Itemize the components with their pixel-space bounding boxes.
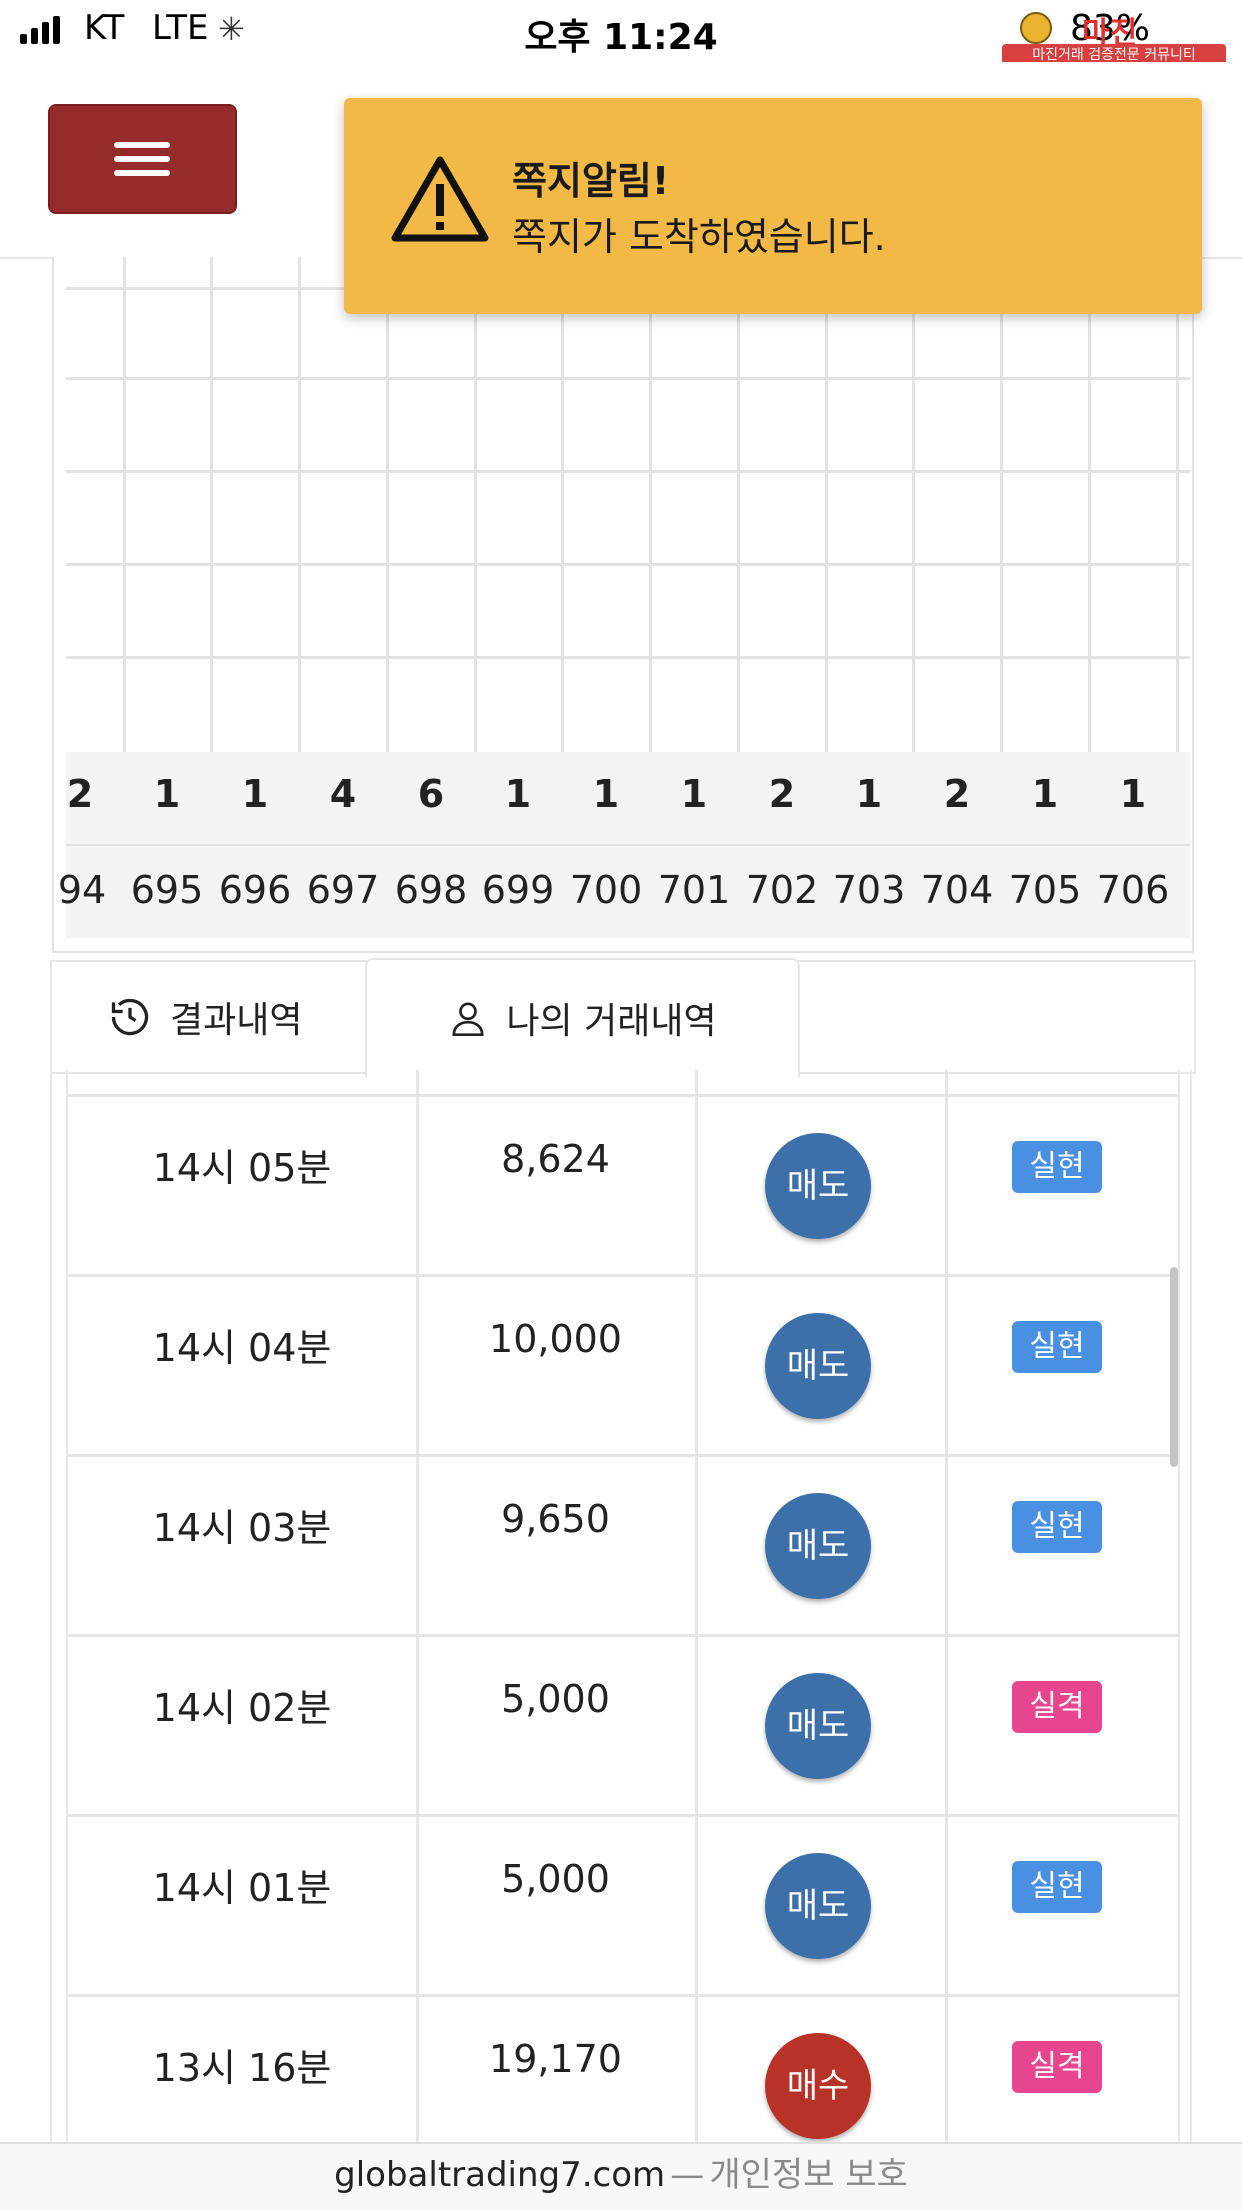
count-cell: 1 bbox=[680, 772, 708, 816]
warning-icon bbox=[391, 156, 489, 242]
round-number-cell: 697 bbox=[306, 868, 380, 912]
user-icon bbox=[452, 1002, 484, 1036]
trade-result-badge: 실현 bbox=[1012, 1141, 1102, 1193]
table-border-right bbox=[1190, 1070, 1192, 2142]
trade-side-badge: 매도 bbox=[765, 1133, 871, 1239]
count-cell: 2 bbox=[943, 772, 971, 816]
tab-my-trades-label: 나의 거래내역 bbox=[506, 1001, 717, 1042]
count-row: 2 1 1 4 6 1 1 1 2 1 2 1 1 bbox=[66, 752, 1190, 844]
round-number-cell: 706 bbox=[1096, 868, 1170, 912]
table-row: 14시 04분 10,000 매도 실현 bbox=[68, 1277, 1178, 1457]
trade-amount: 8,624 bbox=[501, 1137, 610, 1181]
count-cell: 4 bbox=[329, 772, 357, 816]
browser-footer: globaltrading7.com — 개인정보 보호 bbox=[0, 2142, 1242, 2210]
trade-side-badge: 매도 bbox=[765, 1673, 871, 1779]
count-cell: 2 bbox=[768, 772, 796, 816]
trade-amount: 19,170 bbox=[489, 2037, 622, 2081]
trade-time: 14시 02분 bbox=[152, 1686, 332, 1730]
count-cell: 1 bbox=[241, 772, 269, 816]
count-cell: 2 bbox=[66, 772, 94, 816]
trade-side-badge: 매도 bbox=[765, 1313, 871, 1419]
trade-time: 14시 01분 bbox=[152, 1866, 332, 1910]
trade-side-badge: 매도 bbox=[765, 1493, 871, 1599]
watermark-logo: 마진 마진거래 검증전문 커뮤니티 bbox=[998, 8, 1230, 66]
history-icon bbox=[111, 998, 149, 1036]
trade-result-badge: 실현 bbox=[1012, 1321, 1102, 1373]
round-number-cell: 704 bbox=[920, 868, 994, 912]
table-row: 14시 02분 5,000 매도 실격 bbox=[68, 1637, 1178, 1817]
trade-time: 13시 16분 bbox=[152, 2046, 332, 2090]
count-cell: 1 bbox=[855, 772, 883, 816]
toast-message: 쪽지가 도착하였습니다. bbox=[512, 215, 886, 259]
privacy-label[interactable]: 개인정보 보호 bbox=[709, 2155, 908, 2195]
table-row bbox=[68, 1070, 1178, 1097]
count-cell: 1 bbox=[504, 772, 532, 816]
count-cell: 6 bbox=[417, 772, 445, 816]
tab-result-history-label: 결과내역 bbox=[170, 1000, 303, 1041]
table-row: 14시 01분 5,000 매도 실현 bbox=[68, 1817, 1178, 1997]
table-row: 14시 05분 8,624 매도 실현 bbox=[68, 1097, 1178, 1277]
table-row: 14시 03분 9,650 매도 실현 bbox=[68, 1457, 1178, 1637]
round-number-cell: 94 bbox=[57, 868, 107, 912]
hamburger-menu-button[interactable] bbox=[48, 104, 237, 214]
table-border-left bbox=[50, 1070, 52, 2142]
trade-history-table: 14시 05분 8,624 매도 실현 14시 04분 10,000 매도 실현… bbox=[66, 1070, 1180, 2142]
tab-my-trades[interactable]: 나의 거래내역 bbox=[365, 958, 800, 1078]
count-cell: 1 bbox=[1031, 772, 1059, 816]
count-cell: 1 bbox=[153, 772, 181, 816]
toast-title: 쪽지알림! bbox=[512, 159, 670, 203]
message-notification-toast[interactable]: 쪽지알림! 쪽지가 도착하였습니다. bbox=[344, 98, 1202, 314]
footer-separator: — bbox=[670, 2155, 705, 2195]
result-grid: 2 1 1 4 6 1 1 1 2 1 2 1 1 94 695 696 697… bbox=[52, 257, 1194, 953]
trade-time: 14시 03분 bbox=[152, 1506, 332, 1550]
round-number-cell: 703 bbox=[832, 868, 906, 912]
trade-result-badge: 실현 bbox=[1012, 1861, 1102, 1913]
coin-icon bbox=[1020, 12, 1052, 44]
trade-amount: 9,650 bbox=[501, 1497, 610, 1541]
trade-time: 14시 04분 bbox=[152, 1326, 332, 1370]
count-cell: 1 bbox=[1119, 772, 1147, 816]
round-number-cell: 699 bbox=[481, 868, 555, 912]
trade-amount: 10,000 bbox=[489, 1317, 622, 1361]
trade-side-badge: 매수 bbox=[765, 2033, 871, 2139]
site-domain: globaltrading7.com bbox=[334, 2155, 666, 2195]
table-scrollbar[interactable] bbox=[1170, 1267, 1178, 1467]
trade-result-badge: 실격 bbox=[1012, 1681, 1102, 1733]
trade-amount: 5,000 bbox=[501, 1857, 610, 1901]
round-number-cell: 700 bbox=[569, 868, 643, 912]
round-number-cell: 701 bbox=[657, 868, 731, 912]
trade-result-badge: 실현 bbox=[1012, 1501, 1102, 1553]
history-tabs: 결과내역 나의 거래내역 bbox=[50, 958, 1196, 1078]
round-number-cell: 695 bbox=[130, 868, 204, 912]
count-cell: 1 bbox=[592, 772, 620, 816]
round-number-cell: 696 bbox=[218, 868, 292, 912]
tab-result-history[interactable]: 결과내역 bbox=[108, 962, 302, 1072]
round-number-row: 94 695 696 697 698 699 700 701 702 703 7… bbox=[58, 844, 1190, 938]
trade-amount: 5,000 bbox=[501, 1677, 610, 1721]
trade-side-badge: 매도 bbox=[765, 1853, 871, 1959]
round-number-cell: 702 bbox=[745, 868, 819, 912]
table-row: 13시 16분 19,170 매수 실격 bbox=[68, 1997, 1178, 2142]
round-number-cell: 705 bbox=[1008, 868, 1082, 912]
round-number-cell: 698 bbox=[394, 868, 468, 912]
trade-time: 14시 05분 bbox=[152, 1146, 332, 1190]
trade-result-badge: 실격 bbox=[1012, 2041, 1102, 2093]
status-bar: KT LTE ✳ 오후 11:24 83% 마진 마진거래 검증전문 커뮤니티 bbox=[0, 0, 1242, 66]
